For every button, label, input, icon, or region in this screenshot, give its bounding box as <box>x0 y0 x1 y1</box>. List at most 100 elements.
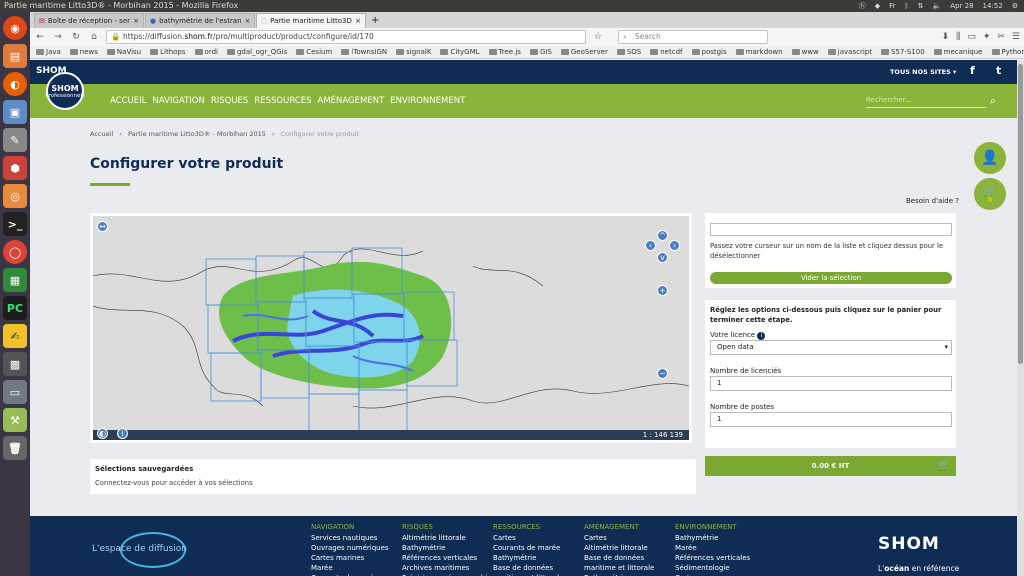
footer-link[interactable]: Cartes marines <box>311 553 389 563</box>
footer-link[interactable]: Base de données maritime et littorale <box>493 563 583 576</box>
virtualbox-icon[interactable]: ▣ <box>3 100 27 124</box>
footer-link[interactable]: Sédimentologie <box>675 563 750 573</box>
menu-environnement[interactable]: ENVIRONNEMENT <box>390 96 465 106</box>
screenshot-icon[interactable]: ✂ <box>997 32 1005 42</box>
footer-link[interactable]: Cartes <box>584 533 674 543</box>
menu-navigation[interactable]: NAVIGATION <box>152 96 204 106</box>
ubuntu-software-icon[interactable]: ◎ <box>3 184 27 208</box>
footer-shom-logo[interactable]: SHOM <box>878 534 940 554</box>
new-tab-button[interactable]: + <box>367 14 383 28</box>
ubuntu-icon[interactable]: ◉ <box>3 16 27 40</box>
download-icon[interactable]: ⬇ <box>942 32 950 42</box>
saved-login-link[interactable]: Connectez-vous pour accéder à vos sélect… <box>95 479 253 487</box>
search-bar[interactable]: ⌕ Search <box>618 30 768 44</box>
bookmark-item[interactable]: GeoServer <box>560 48 608 56</box>
bookmark-item[interactable]: gdal_ogr_QGis <box>226 48 287 56</box>
add-to-cart-bar[interactable]: 0.00 € HT 🛒 <box>705 456 956 476</box>
bookmark-item[interactable]: Tree.js <box>488 48 521 56</box>
search-icon[interactable]: ⌕ <box>990 94 996 108</box>
footer-link[interactable]: Services nautiques <box>311 533 389 543</box>
settings-icon[interactable]: ✎ <box>3 128 27 152</box>
tool-icon[interactable]: ⚒ <box>3 408 27 432</box>
footer-link[interactable]: Marée <box>675 543 750 553</box>
footer-link[interactable]: Courants de marée <box>493 543 583 553</box>
facebook-icon[interactable]: f <box>970 64 975 77</box>
professionnels-logo[interactable]: SHOM Professionnels <box>45 72 85 110</box>
close-icon[interactable]: × <box>133 15 139 28</box>
breadcrumb-product[interactable]: Partie maritime Litto3D® - Morbihan 2015 <box>128 130 266 138</box>
sidebar-icon[interactable]: ▭ <box>967 32 976 42</box>
footer-link[interactable]: Bathymétrie <box>493 553 583 563</box>
menu-accueil[interactable]: ACCUEIL <box>110 96 146 106</box>
menu-ressources[interactable]: RESSOURCES <box>254 96 311 106</box>
footer-link[interactable]: Bathymétrie <box>402 543 504 553</box>
keyboard-layout[interactable]: Fr <box>889 0 895 12</box>
bookmark-item[interactable]: S57-S100 <box>880 48 925 56</box>
page-scrollbar[interactable] <box>1017 60 1024 576</box>
footer-link[interactable]: Altimétrie littorale <box>402 533 504 543</box>
breadcrumb-accueil[interactable]: Accueil <box>90 130 113 138</box>
extension-icon[interactable]: ✦ <box>983 32 991 42</box>
library-icon[interactable]: ⫼ <box>956 32 960 42</box>
tray-time[interactable]: 14:52 <box>983 0 1003 12</box>
help-link[interactable]: Besoin d'aide ? <box>906 197 959 205</box>
files-icon[interactable]: ▤ <box>3 44 27 68</box>
bookmark-item[interactable]: ordi <box>194 48 218 56</box>
footer-link[interactable]: Bathymétrie <box>675 533 750 543</box>
bluetooth-icon[interactable]: ᛒ <box>904 0 908 12</box>
footer-link[interactable]: Références verticales <box>402 553 504 563</box>
zoom-in-icon[interactable]: + <box>657 285 668 296</box>
bookmark-star-icon[interactable]: ☆ <box>592 31 604 43</box>
hp-icon[interactable]: ⓗ <box>859 0 866 12</box>
menu-icon[interactable]: ☰ <box>1012 32 1020 42</box>
bookmark-item[interactable]: www <box>791 48 819 56</box>
bookmark-item[interactable]: javascript <box>827 48 872 56</box>
expand-map-icon[interactable]: ↔ <box>97 221 108 232</box>
bookmark-item[interactable]: news <box>69 48 98 56</box>
bookmark-item[interactable]: netcdf <box>650 48 683 56</box>
pan-up-icon[interactable]: ^ <box>657 230 668 241</box>
forward-icon[interactable]: → <box>52 31 64 43</box>
footer-link[interactable]: Ouvrages numériques <box>311 543 389 553</box>
info-icon[interactable]: i <box>757 332 766 340</box>
home-icon[interactable]: ⌂ <box>88 31 100 43</box>
bookmark-item[interactable]: GIS <box>529 48 552 56</box>
bookmark-item[interactable]: markdown <box>735 48 783 56</box>
scrollbar-thumb[interactable] <box>1018 64 1023 364</box>
info-icon[interactable]: i <box>117 428 128 439</box>
app-icon[interactable]: ⬢ <box>3 156 27 180</box>
pycharm-icon[interactable]: PC <box>3 296 27 320</box>
bookmark-item[interactable]: postgis <box>691 48 727 56</box>
clear-selection-button[interactable]: Vider la sélection <box>710 272 952 284</box>
bookmark-item[interactable]: mecanique <box>933 48 983 56</box>
layers-icon[interactable]: ◐ <box>97 428 108 439</box>
user-account-button[interactable]: 👤 <box>974 142 1006 174</box>
chrome-icon[interactable]: ◯ <box>3 240 27 264</box>
qgis-icon[interactable]: ▩ <box>3 352 27 376</box>
tray-date[interactable]: Apr 28 <box>950 0 973 12</box>
notes-icon[interactable]: ✍ <box>3 324 27 348</box>
network-icon[interactable]: ⇅ <box>918 0 924 12</box>
bookmark-item[interactable]: CityGML <box>440 48 480 56</box>
trash-icon[interactable]: 🗑 <box>3 436 27 460</box>
pan-left-icon[interactable]: ‹ <box>645 240 656 251</box>
bookmark-item[interactable]: signalK <box>396 48 431 56</box>
cart-button[interactable]: 🛒 0 <box>974 178 1006 210</box>
back-icon[interactable]: ← <box>34 31 46 43</box>
menu-amenagement[interactable]: AMÉNAGEMENT <box>318 96 385 106</box>
footer-link[interactable]: Base de données maritime et littorale <box>584 553 674 573</box>
power-icon[interactable]: ⚙ <box>1012 0 1018 12</box>
dropbox-icon[interactable]: ◆ <box>875 0 880 12</box>
terminal-icon[interactable]: >_ <box>3 212 27 236</box>
url-bar[interactable]: 🔒 https://diffusion.shom.fr/pro/multiprod… <box>106 30 586 44</box>
tab-inbox[interactable]: ✉ Boîte de réception - ser × <box>34 13 144 28</box>
licence-select[interactable]: Open data ▾ <box>710 340 952 355</box>
footer-link[interactable]: Archives maritimes <box>402 563 504 573</box>
reload-icon[interactable]: ↻ <box>70 31 82 43</box>
menu-risques[interactable]: RISQUES <box>211 96 249 106</box>
bookmark-item[interactable]: SOS <box>616 48 641 56</box>
firefox-icon[interactable]: ◐ <box>3 72 27 96</box>
twitter-icon[interactable]: t <box>996 64 1001 77</box>
spreadsheet-icon[interactable]: ▦ <box>3 268 27 292</box>
footer-link[interactable]: Cartes <box>493 533 583 543</box>
